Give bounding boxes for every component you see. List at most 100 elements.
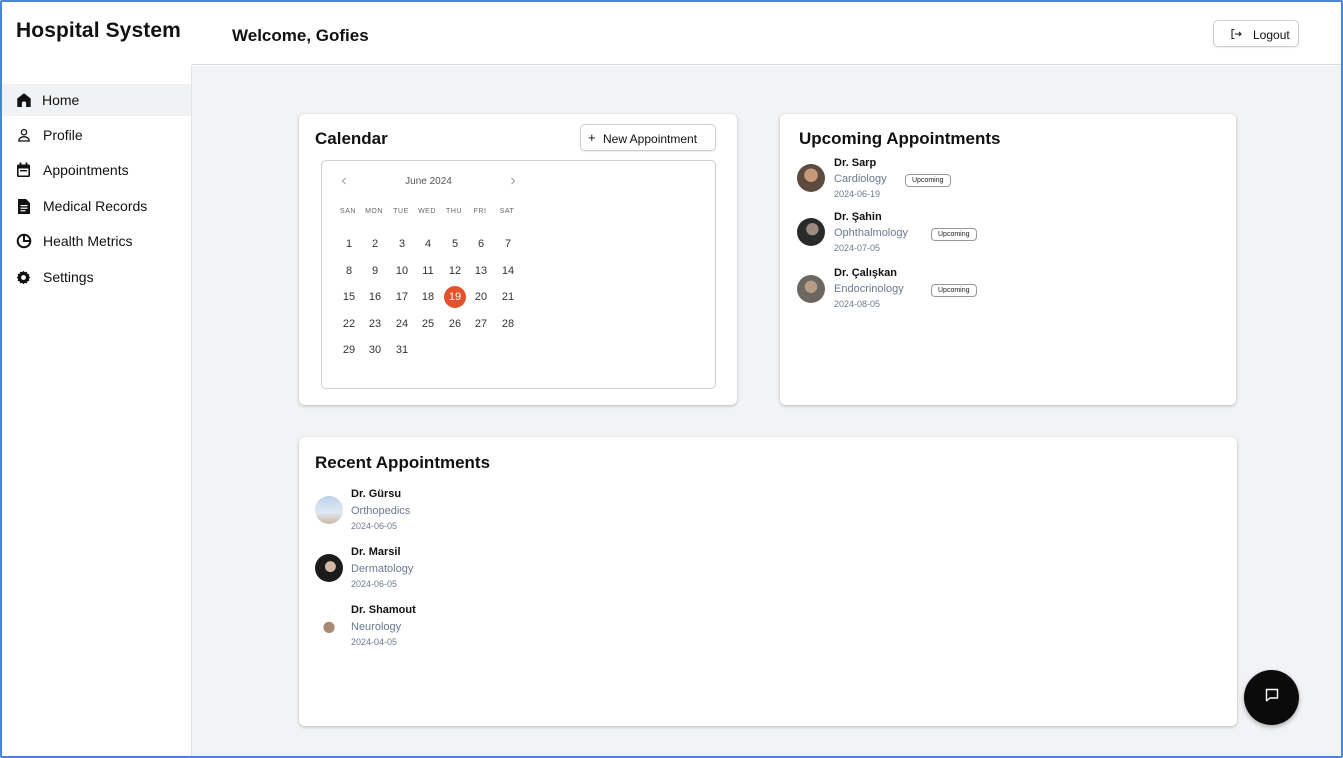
- avatar: [797, 275, 825, 303]
- recent-title: Recent Appointments: [315, 453, 491, 472]
- chat-icon: [1264, 687, 1280, 708]
- calendar-day[interactable]: 8: [338, 260, 360, 282]
- avatar: [315, 554, 343, 582]
- sidebar-item-label: Profile: [43, 127, 83, 143]
- calendar-day[interactable]: 12: [444, 260, 466, 282]
- weekday-label: FRI: [473, 208, 487, 215]
- sidebar-item-appointments[interactable]: Appointments: [0, 154, 191, 186]
- calendar-day[interactable]: 11: [417, 260, 439, 282]
- sidebar-item-label: Appointments: [43, 162, 129, 178]
- calendar-day[interactable]: 19: [444, 286, 466, 308]
- doctor-name: Dr. Shamout: [351, 604, 416, 616]
- plus-icon: +: [588, 130, 596, 145]
- weekday-label: WED: [418, 208, 436, 215]
- appointment-date: 2024-06-19: [834, 189, 881, 199]
- calendar-day[interactable]: 27: [470, 313, 492, 335]
- logout-label: Logout: [1253, 28, 1290, 42]
- sidebar-item-label: Health Metrics: [43, 233, 133, 249]
- appointment-date: 2024-06-05: [351, 521, 398, 531]
- sidebar-item-label: Home: [42, 92, 80, 108]
- logout-button[interactable]: Logout: [1213, 20, 1299, 47]
- calendar-day[interactable]: 2: [364, 233, 386, 255]
- calendar-day[interactable]: 26: [444, 313, 466, 335]
- doctor-specialty: Orthopedics: [351, 505, 411, 517]
- calendar-day[interactable]: 9: [364, 260, 386, 282]
- calendar-card: Calendar + New Appointment June 2024 SAN…: [299, 114, 737, 405]
- calendar-day[interactable]: 31: [391, 339, 413, 361]
- calendar-month-label: June 2024: [405, 176, 452, 187]
- status-badge: Upcoming: [905, 174, 951, 187]
- calendar-day[interactable]: 28: [497, 313, 519, 335]
- doctor-specialty: Neurology: [351, 621, 402, 633]
- doctor-name: Dr. Şahin: [834, 211, 882, 223]
- calendar-day[interactable]: 13: [470, 260, 492, 282]
- avatar: [315, 612, 343, 640]
- sidebar-item-label: Settings: [43, 269, 94, 285]
- status-badge: Upcoming: [931, 228, 977, 241]
- sidebar-item-profile[interactable]: Profile: [0, 119, 191, 151]
- main-content: Calendar + New Appointment June 2024 SAN…: [192, 66, 1343, 758]
- calendar-day[interactable]: 29: [338, 339, 360, 361]
- sidebar-item-medical-records[interactable]: Medical Records: [0, 190, 191, 222]
- sidebar-item-settings[interactable]: Settings: [0, 261, 191, 293]
- home-icon: [15, 92, 32, 109]
- calendar-day[interactable]: 22: [338, 313, 360, 335]
- appointment-date: 2024-07-05: [834, 243, 881, 253]
- new-appointment-button[interactable]: + New Appointment: [580, 124, 716, 151]
- logout-icon: [1230, 27, 1242, 45]
- sidebar-item-health-metrics[interactable]: Health Metrics: [0, 225, 191, 257]
- pie-chart-icon: [15, 233, 32, 250]
- new-appointment-label: New Appointment: [603, 132, 698, 146]
- calendar-day[interactable]: 15: [338, 286, 360, 308]
- doctor-specialty: Ophthalmology: [834, 227, 908, 239]
- calendar-day[interactable]: 7: [497, 233, 519, 255]
- appointment-date: 2024-06-05: [351, 579, 398, 589]
- user-icon: [15, 127, 32, 144]
- appointment-date: 2024-04-05: [351, 637, 398, 647]
- calendar-day[interactable]: 3: [391, 233, 413, 255]
- calendar-day[interactable]: 21: [497, 286, 519, 308]
- calendar-day[interactable]: 20: [470, 286, 492, 308]
- calendar-day[interactable]: 24: [391, 313, 413, 335]
- document-icon: [15, 198, 32, 215]
- weekday-label: SAT: [499, 208, 515, 215]
- calendar-day[interactable]: 25: [417, 313, 439, 335]
- calendar-day[interactable]: 1: [338, 233, 360, 255]
- upcoming-title: Upcoming Appointments: [799, 129, 1001, 148]
- top-header: Welcome, Gofies Logout: [192, 0, 1343, 65]
- calendar-day[interactable]: 30: [364, 339, 386, 361]
- gear-icon: [15, 269, 32, 286]
- app-title: Hospital System: [16, 19, 181, 42]
- next-month-button[interactable]: [509, 175, 517, 189]
- weekday-label: TUE: [393, 208, 409, 215]
- weekday-label: THU: [446, 208, 462, 215]
- sidebar-item-home[interactable]: Home: [0, 84, 191, 116]
- doctor-name: Dr. Gürsu: [351, 488, 402, 500]
- calendar-day[interactable]: 18: [417, 286, 439, 308]
- calendar-day[interactable]: 23: [364, 313, 386, 335]
- calendar-day[interactable]: 17: [391, 286, 413, 308]
- avatar: [315, 496, 343, 524]
- weekday-label: MON: [365, 208, 383, 215]
- calendar-day[interactable]: 16: [364, 286, 386, 308]
- sidebar: Home Profile Appointments Medical Record…: [0, 65, 192, 758]
- calendar-day[interactable]: 6: [470, 233, 492, 255]
- avatar: [797, 164, 825, 192]
- calendar-icon: [15, 162, 32, 179]
- doctor-name: Dr. Marsil: [351, 546, 401, 558]
- recent-appointments-card: Recent Appointments Dr. Gürsu Orthopedic…: [299, 437, 1237, 726]
- welcome-text: Welcome, Gofies: [232, 26, 369, 45]
- sidebar-item-label: Medical Records: [43, 198, 148, 214]
- calendar-day[interactable]: 14: [497, 260, 519, 282]
- calendar-day[interactable]: 4: [417, 233, 439, 255]
- doctor-name: Dr. Çalışkan: [834, 267, 897, 279]
- appointment-date: 2024-08-05: [834, 299, 881, 309]
- doctor-name: Dr. Sarp: [834, 157, 877, 169]
- chat-button[interactable]: [1244, 670, 1299, 725]
- calendar-day[interactable]: 5: [444, 233, 466, 255]
- doctor-specialty: Cardiology: [834, 173, 887, 185]
- status-badge: Upcoming: [931, 284, 977, 297]
- calendar-widget: June 2024 SAN MON TUE WED THU FRI SAT 12345678…: [321, 160, 716, 389]
- calendar-day[interactable]: 10: [391, 260, 413, 282]
- upcoming-appointments-card: Upcoming Appointments Dr. Sarp Cardiolog…: [780, 114, 1236, 405]
